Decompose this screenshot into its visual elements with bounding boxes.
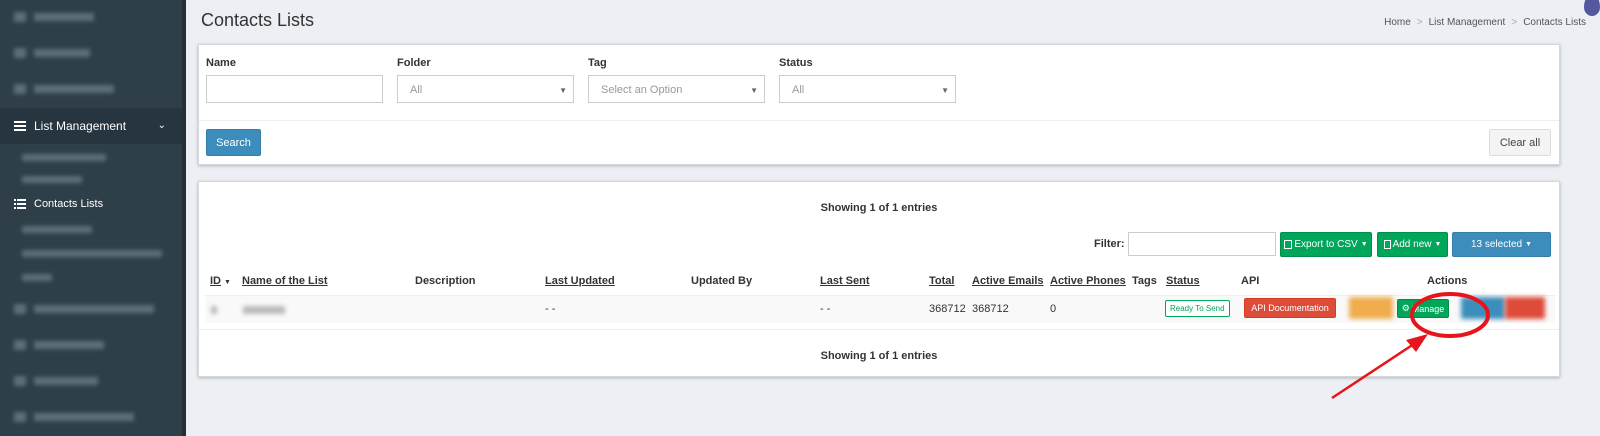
sidebar-subitem-blurred[interactable]: [0, 270, 182, 284]
sidebar-subitem-blurred[interactable]: [0, 246, 182, 260]
selected-label: 13 selected: [1470, 239, 1523, 250]
file-excel-icon: [1284, 240, 1293, 249]
col-last-updated[interactable]: Last Updated: [545, 275, 615, 287]
name-input[interactable]: [206, 75, 383, 103]
name-label: Name: [206, 57, 236, 69]
caret-down-icon: ▼: [1525, 241, 1533, 248]
chevron-down-icon: ⌄: [157, 120, 166, 131]
search-button[interactable]: Search: [206, 129, 261, 156]
row-id-blurred: [211, 306, 217, 314]
divider: [199, 329, 1559, 330]
tag-placeholder: Select an Option: [601, 84, 683, 96]
caret-down-icon: ▼: [941, 86, 949, 95]
sort-desc-icon: ▼: [224, 279, 231, 286]
add-new-label: Add new: [1392, 239, 1432, 250]
divider: [199, 120, 1559, 121]
tag-label: Tag: [588, 57, 607, 69]
row-total: 368712: [929, 303, 966, 315]
sidebar-item-label: Contacts Lists: [34, 198, 104, 210]
menu-icon: [14, 48, 26, 58]
col-description: Description: [415, 275, 476, 287]
page-title: Contacts Lists: [201, 10, 315, 30]
status-value: All: [792, 84, 805, 96]
folder-label: Folder: [397, 57, 431, 69]
folder-select[interactable]: All ▼: [397, 75, 574, 103]
folder-value: All: [410, 84, 423, 96]
col-actions: Actions: [1427, 275, 1468, 287]
sidebar-item-blurred[interactable]: [0, 372, 182, 390]
selected-columns-button[interactable]: 13 selected ▼: [1452, 232, 1551, 257]
sidebar-subitem-blurred[interactable]: [0, 172, 182, 186]
export-csv-button[interactable]: Export to CSV ▼: [1280, 232, 1372, 257]
sidebar-item-contacts-lists[interactable]: Contacts Lists: [0, 196, 182, 212]
manage-button[interactable]: ⚙ Manage: [1397, 299, 1449, 318]
row-active-phones: 0: [1050, 303, 1057, 315]
api-documentation-button[interactable]: API Documentation: [1244, 298, 1336, 318]
sidebar-item-blurred[interactable]: [0, 300, 182, 318]
breadcrumb: Home > List Management > Contacts Lists: [1384, 17, 1586, 28]
row-name-blurred[interactable]: [243, 306, 285, 314]
manage-label: Manage: [1411, 303, 1445, 314]
clear-all-button[interactable]: Clear all: [1489, 129, 1551, 156]
sidebar-item-blurred[interactable]: [0, 8, 182, 26]
action-button-blurred[interactable]: [1461, 297, 1505, 319]
col-id[interactable]: ID ▼: [210, 275, 231, 287]
sidebar-item-blurred[interactable]: [0, 80, 182, 98]
sidebar-edge: [182, 0, 186, 436]
caret-down-icon: ▼: [1360, 241, 1368, 248]
sidebar-item-blurred[interactable]: [0, 408, 182, 426]
sidebar-subitem-blurred[interactable]: [0, 150, 182, 164]
tag-select[interactable]: Select an Option ▼: [588, 75, 765, 103]
row-last-sent: - -: [820, 303, 831, 315]
file-icon: [1383, 240, 1391, 249]
col-updated-by: Updated By: [691, 275, 753, 287]
col-status[interactable]: Status: [1166, 275, 1200, 287]
caret-down-icon: ▼: [750, 86, 758, 95]
caret-down-icon: ▼: [1434, 241, 1442, 248]
avatar[interactable]: [1584, 0, 1600, 16]
filter-label: Filter:: [1094, 238, 1125, 250]
menu-icon: [14, 84, 26, 94]
list-icon: [14, 121, 26, 131]
entries-info-top: Showing 1 of 1 entries: [820, 202, 938, 214]
sidebar: List Management ⌄ Contacts Lists: [0, 0, 186, 436]
sidebar-item-blurred[interactable]: [0, 336, 182, 354]
status-badge: Ready To Send: [1165, 300, 1230, 317]
col-total[interactable]: Total: [929, 275, 954, 287]
add-new-button[interactable]: Add new ▼: [1377, 232, 1448, 257]
export-csv-label: Export to CSV: [1294, 239, 1358, 250]
sidebar-item-list-management[interactable]: List Management ⌄: [0, 108, 182, 144]
menu-icon: [14, 12, 26, 22]
list-icon: [14, 199, 26, 209]
filter-input[interactable]: [1128, 232, 1276, 256]
entries-info-bottom: Showing 1 of 1 entries: [820, 350, 938, 362]
status-label: Status: [779, 57, 813, 69]
action-button-blurred[interactable]: [1505, 297, 1545, 319]
breadcrumb-list-management[interactable]: List Management: [1429, 17, 1506, 28]
sidebar-subitem-blurred[interactable]: [0, 222, 182, 236]
col-api: API: [1241, 275, 1260, 287]
row-active-emails: 368712: [972, 303, 1009, 315]
breadcrumb-home[interactable]: Home: [1384, 17, 1411, 28]
row-last-updated: - -: [545, 303, 556, 315]
sidebar-item-blurred[interactable]: [0, 44, 182, 62]
sidebar-item-label: List Management: [34, 119, 127, 133]
breadcrumb-current: Contacts Lists: [1523, 17, 1586, 28]
search-panel: Name Folder All ▼ Tag Select an Option ▼ S…: [198, 44, 1560, 165]
col-last-sent[interactable]: Last Sent: [820, 275, 870, 287]
table-panel: Showing 1 of 1 entries Filter: Export to…: [198, 181, 1560, 377]
caret-down-icon: ▼: [559, 86, 567, 95]
gear-icon: ⚙: [1401, 303, 1410, 313]
action-button-blurred[interactable]: [1349, 297, 1393, 319]
col-tags: Tags: [1132, 275, 1157, 287]
status-select[interactable]: All ▼: [779, 75, 956, 103]
col-active-emails[interactable]: Active Emails: [972, 275, 1044, 287]
col-name[interactable]: Name of the List: [242, 275, 328, 287]
col-active-phones[interactable]: Active Phones: [1050, 275, 1126, 287]
